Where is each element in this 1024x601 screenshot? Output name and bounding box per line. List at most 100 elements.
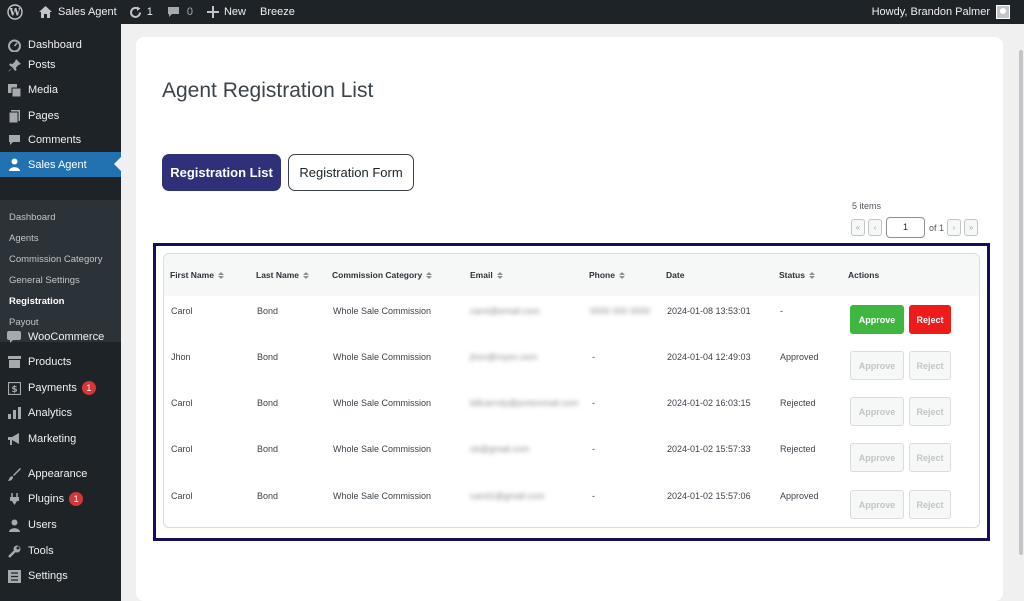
user-icon: [7, 518, 21, 532]
wordpress-logo-icon[interactable]: W: [0, 0, 29, 24]
header-label: Commission Category: [332, 270, 423, 280]
header-label: Date: [666, 270, 685, 280]
column-email[interactable]: Email: [470, 270, 503, 280]
column-date: Date: [666, 270, 684, 280]
menu-products[interactable]: Products: [0, 350, 121, 374]
plugins-badge: 1: [69, 492, 84, 506]
header-label: Actions: [848, 270, 880, 280]
wrench-icon: [7, 544, 21, 558]
items-count: 5 items: [852, 201, 882, 211]
svg-text:$: $: [11, 385, 17, 395]
site-name-label: Sales Agent: [58, 6, 117, 18]
first-page-button[interactable]: «: [851, 219, 865, 236]
submenu-commission-category[interactable]: Commission Category: [9, 254, 102, 265]
menu-label: Comments: [28, 134, 82, 146]
menu-payments[interactable]: $ Payments 1: [0, 376, 121, 400]
account-menu[interactable]: Howdy, Brandon Palmer: [872, 5, 1024, 19]
menu-label: Users: [28, 519, 57, 531]
submenu-agents[interactable]: Agents: [9, 233, 39, 244]
page-scrollbar[interactable]: [1018, 24, 1024, 601]
reject-button[interactable]: Reject: [909, 305, 951, 334]
column-first-name[interactable]: First Name: [170, 270, 224, 280]
menu-woocommerce[interactable]: WooCommerce: [0, 325, 121, 349]
refresh-icon: [129, 6, 141, 18]
current-page-input[interactable]: 1: [886, 217, 925, 238]
prev-page-button[interactable]: ‹: [868, 219, 882, 236]
registration-form-button[interactable]: Registration Form: [288, 154, 414, 191]
cell-email: carol1@gmail.com: [470, 491, 545, 501]
menu-label: Products: [28, 356, 72, 368]
new-content-link[interactable]: New: [199, 0, 252, 24]
menu-settings[interactable]: Settings: [0, 564, 121, 588]
column-commission-category[interactable]: Commission Category: [332, 270, 433, 280]
approve-button: Approve: [850, 397, 904, 426]
menu-media[interactable]: Media: [0, 78, 121, 102]
cell-first-name: Carol: [171, 398, 193, 408]
total-pages-label: of 1: [929, 222, 945, 233]
woo-icon: [7, 330, 21, 344]
table-row: Carol Bond Whole Sale Commission cb@gmai…: [164, 437, 979, 484]
submenu-general-settings[interactable]: General Settings: [9, 275, 80, 286]
menu-label: Payments: [28, 382, 77, 394]
header-label: Email: [470, 270, 493, 280]
breeze-link[interactable]: Breeze: [252, 0, 301, 24]
menu-posts[interactable]: Posts: [0, 53, 121, 77]
cell-date: 2024-01-04 12:49:03: [667, 352, 751, 362]
pagination: « ‹ 1 of 1 › »: [851, 217, 979, 238]
registration-table: First Name Last Name Commission Category…: [163, 253, 980, 528]
sort-icon: [808, 271, 815, 279]
cell-email: jhon@mysn.com: [470, 352, 538, 362]
dollar-icon: $: [7, 381, 21, 395]
submenu-dashboard[interactable]: Dashboard: [9, 212, 55, 223]
last-page-button[interactable]: »: [964, 219, 979, 236]
menu-appearance[interactable]: Appearance: [0, 462, 121, 486]
cell-status: Approved: [780, 491, 819, 501]
approve-button: Approve: [850, 351, 904, 380]
cell-commission-category: Whole Sale Commission: [333, 491, 432, 501]
menu-plugins[interactable]: Plugins 1: [0, 487, 121, 511]
menu-label: Posts: [28, 59, 56, 71]
pages-icon: [7, 109, 21, 123]
comments-count: 0: [186, 6, 193, 18]
menu-label: Settings: [28, 570, 68, 582]
column-last-name[interactable]: Last Name: [256, 270, 309, 280]
payments-badge: 1: [81, 381, 96, 395]
menu-label: Sales Agent: [28, 158, 87, 171]
menu-pages[interactable]: Pages: [0, 104, 121, 128]
cell-date: 2024-01-02 15:57:06: [667, 491, 751, 501]
updates-link[interactable]: 1: [123, 0, 159, 24]
howdy-text: Howdy, Brandon Palmer: [871, 6, 990, 18]
reject-button: Reject: [909, 443, 951, 472]
column-status[interactable]: Status: [779, 270, 815, 280]
cell-commission-category: Whole Sale Commission: [333, 444, 432, 454]
media-icon: [7, 83, 21, 97]
menu-users[interactable]: Users: [0, 513, 121, 537]
cell-phone: -: [592, 398, 595, 408]
cell-status: Approved: [780, 352, 819, 362]
registration-list-button[interactable]: Registration List: [162, 154, 281, 191]
approve-button: Approve: [850, 443, 904, 472]
scrollbar-thumb[interactable]: [1019, 50, 1023, 555]
next-page-button[interactable]: ›: [947, 219, 962, 236]
reject-button: Reject: [909, 490, 951, 519]
sort-icon: [217, 271, 224, 279]
submenu-registration[interactable]: Registration: [9, 296, 64, 307]
comments-link[interactable]: 0: [159, 0, 199, 24]
cell-email: cb@gmail.com: [470, 444, 530, 454]
cell-phone: -: [592, 352, 595, 362]
cell-commission-category: Whole Sale Commission: [333, 306, 432, 316]
users-icon: [7, 158, 21, 172]
menu-comments[interactable]: Comments: [0, 128, 121, 152]
admin-sidebar: Dashboard Agents Commission Category Gen…: [0, 24, 121, 601]
menu-analytics[interactable]: Analytics: [0, 401, 121, 425]
menu-tools[interactable]: Tools: [0, 539, 121, 563]
column-phone[interactable]: Phone: [589, 270, 625, 280]
menu-sales-agent[interactable]: Sales Agent: [0, 152, 121, 177]
table-row: Carol Bond Whole Sale Commission billcar…: [164, 390, 979, 437]
cell-last-name: Bond: [257, 306, 279, 316]
site-name-link[interactable]: Sales Agent: [29, 0, 123, 24]
approve-button[interactable]: Approve: [850, 305, 904, 334]
cell-status: Rejected: [780, 398, 816, 408]
column-actions: Actions: [848, 270, 879, 280]
menu-marketing[interactable]: Marketing: [0, 427, 121, 451]
